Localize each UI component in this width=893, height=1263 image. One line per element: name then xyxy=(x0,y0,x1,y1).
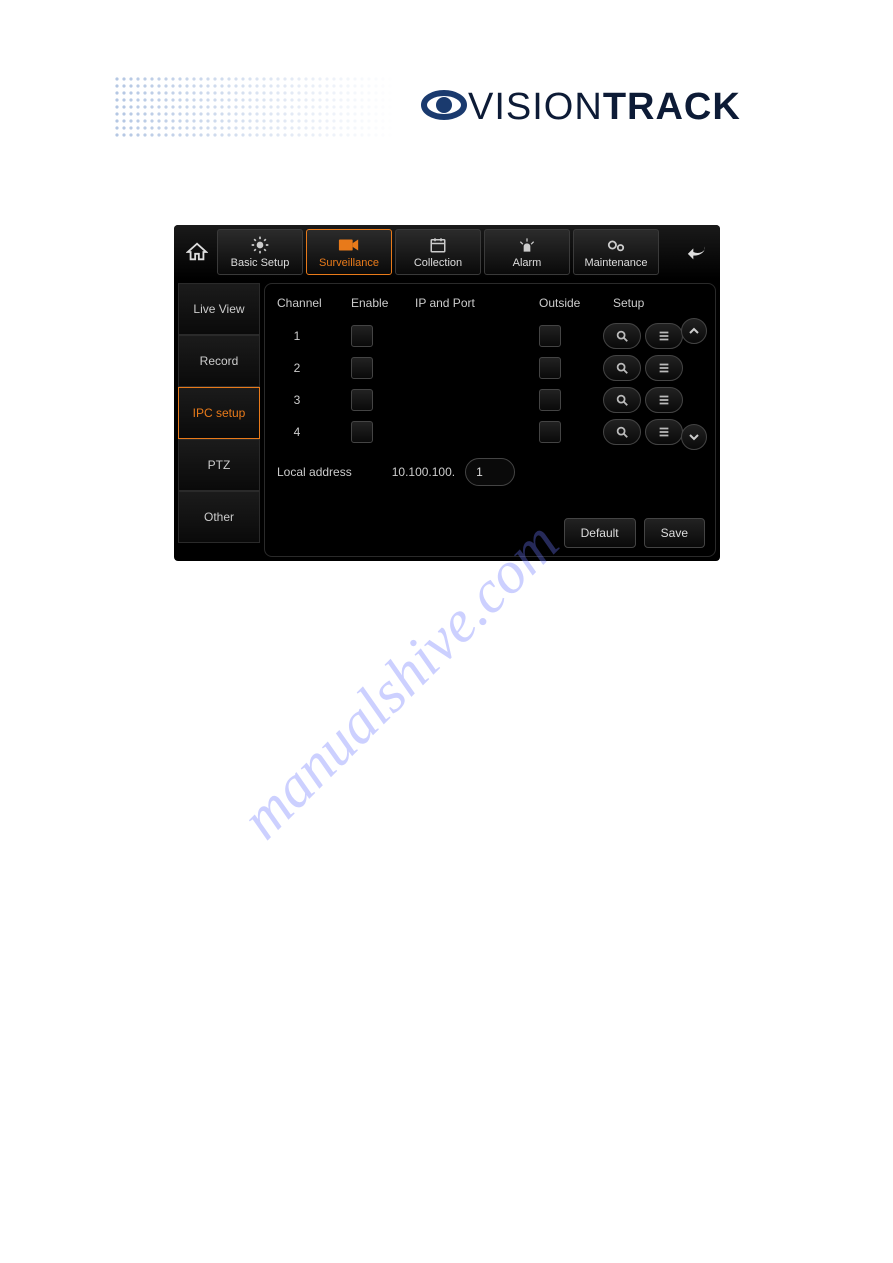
enable-checkbox[interactable] xyxy=(351,325,373,347)
nav-label: Maintenance xyxy=(585,257,648,269)
nav-label: Basic Setup xyxy=(231,257,290,269)
search-button[interactable] xyxy=(603,419,641,445)
side-tab-ptz[interactable]: PTZ xyxy=(178,439,260,491)
search-button[interactable] xyxy=(603,355,641,381)
channel-num: 3 xyxy=(277,393,317,407)
side-tab-label: Other xyxy=(204,510,234,524)
table-row: 1 xyxy=(269,320,705,352)
list-button[interactable] xyxy=(645,419,683,445)
col-setup: Setup xyxy=(613,296,673,310)
channel-num: 2 xyxy=(277,361,317,375)
top-nav-bar: Basic Setup Surveillance Collection Alar… xyxy=(174,225,720,279)
brand-vision: VISION xyxy=(468,86,603,128)
table-row: 3 xyxy=(269,384,705,416)
setup-cell xyxy=(603,323,693,349)
gears-icon xyxy=(605,235,627,255)
nav-label: Surveillance xyxy=(319,257,379,269)
col-outside: Outside xyxy=(539,296,609,310)
nav-tab-collection[interactable]: Collection xyxy=(395,229,481,275)
search-button[interactable] xyxy=(603,323,641,349)
side-tab-label: IPC setup xyxy=(193,406,246,420)
local-address-prefix: 10.100.100. xyxy=(392,465,455,479)
outside-checkbox[interactable] xyxy=(539,389,561,411)
setup-cell xyxy=(603,419,693,445)
setup-cell xyxy=(603,387,693,413)
gear-icon xyxy=(250,235,270,255)
side-tab-label: Record xyxy=(200,354,239,368)
side-tab-record[interactable]: Record xyxy=(178,335,260,387)
scroll-up-button[interactable] xyxy=(681,318,707,344)
scroll-down-button[interactable] xyxy=(681,424,707,450)
camera-icon xyxy=(338,235,360,255)
enable-checkbox[interactable] xyxy=(351,389,373,411)
eye-icon xyxy=(420,81,468,134)
default-button[interactable]: Default xyxy=(564,518,636,548)
search-button[interactable] xyxy=(603,387,641,413)
nav-tab-alarm[interactable]: Alarm xyxy=(484,229,570,275)
side-tab-label: PTZ xyxy=(208,458,231,472)
list-button[interactable] xyxy=(645,323,683,349)
nav-tab-surveillance[interactable]: Surveillance xyxy=(306,229,392,275)
col-ip-port: IP and Port xyxy=(415,296,535,310)
nav-tab-basic-setup[interactable]: Basic Setup xyxy=(217,229,303,275)
setup-cell xyxy=(603,355,693,381)
local-address-row: Local address 10.100.100. 1 xyxy=(269,448,705,486)
side-tab-other[interactable]: Other xyxy=(178,491,260,543)
outside-checkbox[interactable] xyxy=(539,357,561,379)
outside-checkbox[interactable] xyxy=(539,325,561,347)
beacon-icon xyxy=(517,235,537,255)
enable-checkbox[interactable] xyxy=(351,421,373,443)
body-area: Live View Record IPC setup PTZ Other Cha… xyxy=(174,279,720,561)
list-button[interactable] xyxy=(645,387,683,413)
table-row: 4 xyxy=(269,416,705,448)
channel-num: 4 xyxy=(277,425,317,439)
col-enable: Enable xyxy=(351,296,411,310)
nav-tab-maintenance[interactable]: Maintenance xyxy=(573,229,659,275)
brand-text: VISIONTRACK xyxy=(468,86,741,129)
side-tab-ipc-setup[interactable]: IPC setup xyxy=(178,387,260,439)
side-tabs: Live View Record IPC setup PTZ Other xyxy=(178,283,260,557)
back-button[interactable] xyxy=(680,235,714,269)
calendar-icon xyxy=(429,235,447,255)
save-button[interactable]: Save xyxy=(644,518,705,548)
brand-logo: VISIONTRACK xyxy=(420,81,741,134)
local-address-input[interactable]: 1 xyxy=(465,458,515,486)
nav-label: Alarm xyxy=(513,257,542,269)
enable-checkbox[interactable] xyxy=(351,357,373,379)
rows-container: 1 2 3 4 xyxy=(269,320,705,448)
channel-num: 1 xyxy=(277,329,317,343)
local-address-label: Local address xyxy=(277,465,352,479)
column-headers: Channel Enable IP and Port Outside Setup xyxy=(269,292,705,320)
brand-track: TRACK xyxy=(603,86,741,128)
outside-checkbox[interactable] xyxy=(539,421,561,443)
list-button[interactable] xyxy=(645,355,683,381)
nav-label: Collection xyxy=(414,257,462,269)
footer-buttons: Default Save xyxy=(564,518,705,548)
device-panel: Basic Setup Surveillance Collection Alar… xyxy=(174,225,720,561)
table-row: 2 xyxy=(269,352,705,384)
side-tab-live-view[interactable]: Live View xyxy=(178,283,260,335)
dot-pattern-svg xyxy=(115,77,395,139)
home-button[interactable] xyxy=(180,235,214,269)
dot-pattern xyxy=(115,77,395,139)
main-panel: Channel Enable IP and Port Outside Setup… xyxy=(264,283,716,557)
col-channel: Channel xyxy=(277,296,347,310)
side-tab-label: Live View xyxy=(193,302,244,316)
page-header: VISIONTRACK xyxy=(115,75,835,140)
